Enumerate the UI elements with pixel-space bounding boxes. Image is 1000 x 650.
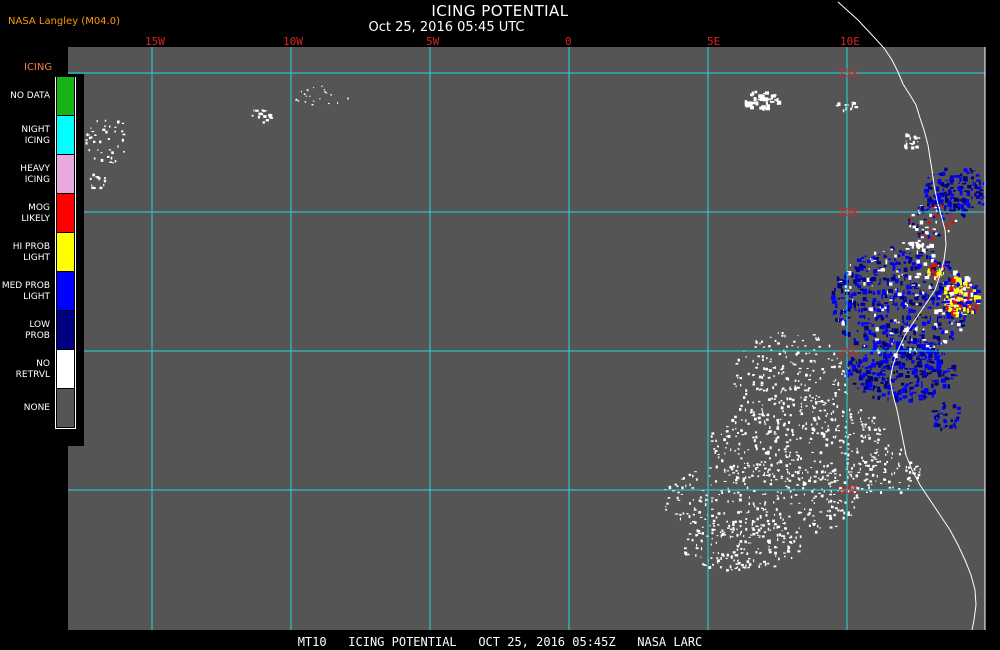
legend-label-3: MOG LIKELY xyxy=(21,202,50,224)
legend-swatch-8 xyxy=(57,389,74,427)
legend-label-4: HI PROB LIGHT xyxy=(12,241,50,263)
lat-label-25s: 25S xyxy=(838,346,858,359)
legend-title: ICING xyxy=(24,62,53,73)
lat-label-20s: 20S xyxy=(838,206,858,219)
lon-label-10w: 10W xyxy=(283,35,303,48)
lon-label-0: 0 xyxy=(565,35,572,48)
legend-swatch-5 xyxy=(57,272,74,310)
legend-swatch-1 xyxy=(57,116,74,154)
lon-label-5e: 5E xyxy=(707,35,721,48)
legend-label-7: NO RETRVL xyxy=(15,358,50,380)
legend-label-2: HEAVY ICING xyxy=(20,163,50,185)
lat-label-30s: 30S xyxy=(838,484,858,497)
legend-swatch-0 xyxy=(57,77,74,115)
lon-label-5w: 5W xyxy=(426,35,440,48)
legend-label-1: NIGHT ICING xyxy=(21,124,50,146)
legend-swatch-6 xyxy=(57,311,74,349)
legend-swatch-2 xyxy=(57,155,74,193)
legend: NO DATA NIGHT ICING HEAVY ICING MOG LIKELY HI P… xyxy=(0,74,84,446)
legend-label-8: NONE xyxy=(23,403,50,413)
lat-label-15s: 15S xyxy=(838,67,858,80)
legend-label-0: NO DATA xyxy=(10,91,50,101)
legend-swatch-7 xyxy=(57,350,74,388)
footer-caption: MT10 ICING POTENTIAL OCT 25, 2016 05:45Z… xyxy=(297,635,703,649)
icing-map-page: { "header": { "agency": "NASA Langley (M… xyxy=(0,0,1000,650)
lon-label-15w: 15W xyxy=(145,35,165,48)
legend-label-5: MED PROB LIGHT xyxy=(1,280,50,302)
legend-swatch-3 xyxy=(57,194,74,232)
lon-label-10e: 10E xyxy=(840,35,860,48)
map-canvas xyxy=(68,1,987,631)
legend-label-6: LOW PROB xyxy=(25,319,50,341)
legend-swatch-4 xyxy=(57,233,74,271)
